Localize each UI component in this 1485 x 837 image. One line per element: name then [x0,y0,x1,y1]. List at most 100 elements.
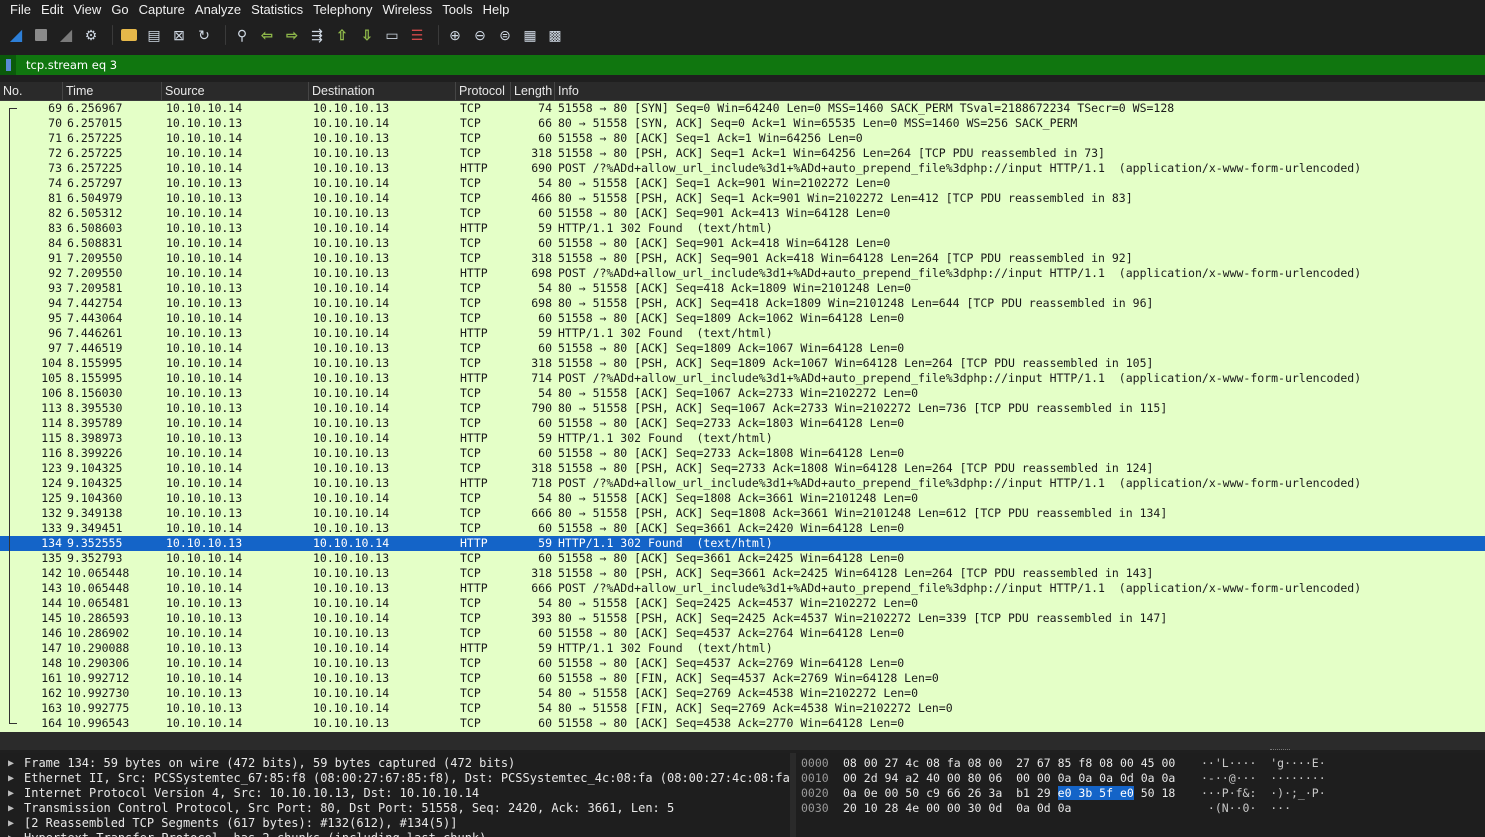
packet-row[interactable]: 144 10.065481 10.10.10.13 10.10.10.14 TCP 54 8… [0,596,1485,611]
go-last-packet-icon[interactable]: ⇩ [357,25,377,45]
expand-arrow-icon[interactable]: ▶ [8,786,14,801]
packet-row-selected[interactable]: 134 9.352555 10.10.10.13 10.10.10.14 HTTP 59 H… [0,536,1485,551]
column-header-destination[interactable]: Destination [309,82,456,100]
zoom-out-icon[interactable]: ⊖ [470,25,490,45]
packet-row[interactable]: 95 7.443064 10.10.10.14 10.10.10.13 TCP 60 515… [0,311,1485,326]
go-back-icon[interactable]: ⇦ [257,25,277,45]
packet-row[interactable]: 135 9.352793 10.10.10.14 10.10.10.13 TCP 60 51… [0,551,1485,566]
go-forward-icon[interactable]: ⇨ [282,25,302,45]
find-packet-icon[interactable]: ⚲ [232,25,252,45]
packet-row[interactable]: 115 8.398973 10.10.10.13 10.10.10.14 HTTP 59 H… [0,431,1485,446]
menu-file[interactable]: File [0,2,36,17]
packet-row[interactable]: 164 10.996543 10.10.10.14 10.10.10.13 TCP 60 5… [0,716,1485,731]
packet-row[interactable]: 82 6.505312 10.10.10.14 10.10.10.13 TCP 60 515… [0,206,1485,221]
menu-wireless[interactable]: Wireless [377,2,437,17]
normal-size-icon[interactable]: ⊜ [495,25,515,45]
start-capture-icon[interactable]: ◢ [6,25,26,45]
packet-row[interactable]: 94 7.442754 10.10.10.13 10.10.10.14 TCP 698 80… [0,296,1485,311]
packet-row[interactable]: 74 6.257297 10.10.10.13 10.10.10.14 TCP 54 80 … [0,176,1485,191]
expand-arrow-icon[interactable]: ▶ [8,771,14,786]
expand-arrow-icon[interactable]: ▶ [8,756,14,771]
packet-cell-no: 164 [41,716,62,730]
expand-arrow-icon[interactable]: ▶ [8,831,14,837]
close-file-icon[interactable]: ⊠ [169,25,189,45]
packet-cell-no: 162 [41,686,62,700]
packet-cell-proto: TCP [460,356,481,370]
packet-row[interactable]: 123 9.104325 10.10.10.14 10.10.10.13 TCP 318 5… [0,461,1485,476]
go-first-packet-icon[interactable]: ⇧ [332,25,352,45]
menu-telephony[interactable]: Telephony [308,2,377,17]
packet-row[interactable]: 142 10.065448 10.10.10.14 10.10.10.13 TCP 318… [0,566,1485,581]
display-filter-input[interactable]: tcp.stream eq 3 [16,58,117,72]
menu-analyze[interactable]: Analyze [190,2,246,17]
packet-row[interactable]: 147 10.290088 10.10.10.13 10.10.10.14 HTTP 59… [0,641,1485,656]
capture-options-icon[interactable]: ⚙ [81,25,101,45]
packet-cell-time: 10.992730 [67,686,130,700]
menu-capture[interactable]: Capture [134,2,190,17]
packet-row[interactable]: 114 8.395789 10.10.10.14 10.10.10.13 TCP 60 51… [0,416,1485,431]
open-file-icon[interactable] [119,25,139,45]
packet-row[interactable]: 106 8.156030 10.10.10.13 10.10.10.14 TCP 54 80… [0,386,1485,401]
column-header-time[interactable]: Time [63,82,162,100]
packet-row[interactable]: 163 10.992775 10.10.10.13 10.10.10.14 TCP 54 8… [0,701,1485,716]
layout-icon[interactable]: ▩ [545,25,565,45]
packet-row[interactable]: 143 10.065448 10.10.10.14 10.10.10.13 HTTP 66… [0,581,1485,596]
packet-list-scrollbar[interactable] [0,732,1485,750]
menu-view[interactable]: View [68,2,106,17]
packet-row[interactable]: 125 9.104360 10.10.10.13 10.10.10.14 TCP 54 80… [0,491,1485,506]
packet-row[interactable]: 91 7.209550 10.10.10.14 10.10.10.13 TCP 318 51… [0,251,1485,266]
stop-capture-icon[interactable] [31,25,51,45]
packet-row[interactable]: 148 10.290306 10.10.10.14 10.10.10.13 TCP 60 5… [0,656,1485,671]
packet-row[interactable]: 96 7.446261 10.10.10.13 10.10.10.14 HTTP 59 HT… [0,326,1485,341]
packet-row[interactable]: 116 8.399226 10.10.10.14 10.10.10.13 TCP 60 51… [0,446,1485,461]
packet-cell-dst: 10.10.10.14 [313,641,390,655]
bookmark-icon[interactable] [0,55,16,75]
menu-go[interactable]: Go [106,2,133,17]
expand-arrow-icon[interactable]: ▶ [8,816,14,831]
packet-row[interactable]: 105 8.155995 10.10.10.14 10.10.10.13 HTTP 714… [0,371,1485,386]
colorize-icon[interactable]: ☰ [407,25,427,45]
packet-row[interactable]: 146 10.286902 10.10.10.14 10.10.10.13 TCP 60 5… [0,626,1485,641]
packet-row[interactable]: 145 10.286593 10.10.10.13 10.10.10.14 TCP 393… [0,611,1485,626]
column-header-length[interactable]: Length [511,82,555,100]
packet-row[interactable]: 104 8.155995 10.10.10.14 10.10.10.13 TCP 318 5… [0,356,1485,371]
packet-row[interactable]: 161 10.992712 10.10.10.14 10.10.10.13 TCP 60 5… [0,671,1485,686]
menu-edit[interactable]: Edit [36,2,68,17]
packet-row[interactable]: 133 9.349451 10.10.10.14 10.10.10.13 TCP 60 51… [0,521,1485,536]
packet-details-pane[interactable]: ▶ Frame 134: 59 bytes on wire (472 bits),… [0,753,790,837]
go-to-packet-icon[interactable]: ⇶ [307,25,327,45]
packet-row[interactable]: 72 6.257225 10.10.10.14 10.10.10.13 TCP 318 51… [0,146,1485,161]
save-file-icon[interactable]: ▤ [144,25,164,45]
packet-row[interactable]: 70 6.257015 10.10.10.13 10.10.10.14 TCP 66 80 … [0,116,1485,131]
column-header-source[interactable]: Source [162,82,309,100]
expand-arrow-icon[interactable]: ▶ [8,801,14,816]
packet-row[interactable]: 71 6.257225 10.10.10.14 10.10.10.13 TCP 60 515… [0,131,1485,146]
packet-row[interactable]: 73 6.257225 10.10.10.14 10.10.10.13 HTTP 690 P… [0,161,1485,176]
menu-help[interactable]: Help [478,2,515,17]
column-header-no[interactable]: No. [0,82,63,100]
packet-row[interactable]: 124 9.104325 10.10.10.14 10.10.10.13 HTTP 718… [0,476,1485,491]
packet-row[interactable]: 69 6.256967 10.10.10.14 10.10.10.13 TCP 74 515… [0,101,1485,116]
restart-capture-icon[interactable]: ◢ [56,25,76,45]
packet-row[interactable]: 92 7.209550 10.10.10.14 10.10.10.13 HTTP 698 P… [0,266,1485,281]
packet-row[interactable]: 84 6.508831 10.10.10.14 10.10.10.13 TCP 60 515… [0,236,1485,251]
resize-columns-icon[interactable]: ▦ [520,25,540,45]
menu-tools[interactable]: Tools [437,2,477,17]
packet-row[interactable]: 83 6.508603 10.10.10.13 10.10.10.14 HTTP 59 HT… [0,221,1485,236]
packet-row[interactable]: 81 6.504979 10.10.10.13 10.10.10.14 TCP 466 80… [0,191,1485,206]
packet-row[interactable]: 132 9.349138 10.10.10.13 10.10.10.14 TCP 666 8… [0,506,1485,521]
autoscroll-icon[interactable]: ▭ [382,25,402,45]
menu-statistics[interactable]: Statistics [246,2,308,17]
display-filter-bar[interactable]: tcp.stream eq 3 [0,55,1485,75]
column-header-info[interactable]: Info [555,82,1485,100]
packet-row[interactable]: 162 10.992730 10.10.10.13 10.10.10.14 TCP 54 8… [0,686,1485,701]
column-header-protocol[interactable]: Protocol [456,82,511,100]
packet-row[interactable]: 97 7.446519 10.10.10.14 10.10.10.13 TCP 60 515… [0,341,1485,356]
packet-cell-proto: TCP [460,461,481,475]
zoom-in-icon[interactable]: ⊕ [445,25,465,45]
packet-bytes-pane[interactable]: 0000 08 00 27 4c 08 fa 08 00 27 67 85 f8 … [796,753,1485,837]
packet-row[interactable]: 93 7.209581 10.10.10.13 10.10.10.14 TCP 54 80 … [0,281,1485,296]
packet-list[interactable]: 69 6.256967 10.10.10.14 10.10.10.13 TCP 74 515… [0,101,1485,732]
packet-row[interactable]: 113 8.395530 10.10.10.13 10.10.10.14 TCP 790 8… [0,401,1485,416]
reload-file-icon[interactable]: ↻ [194,25,214,45]
